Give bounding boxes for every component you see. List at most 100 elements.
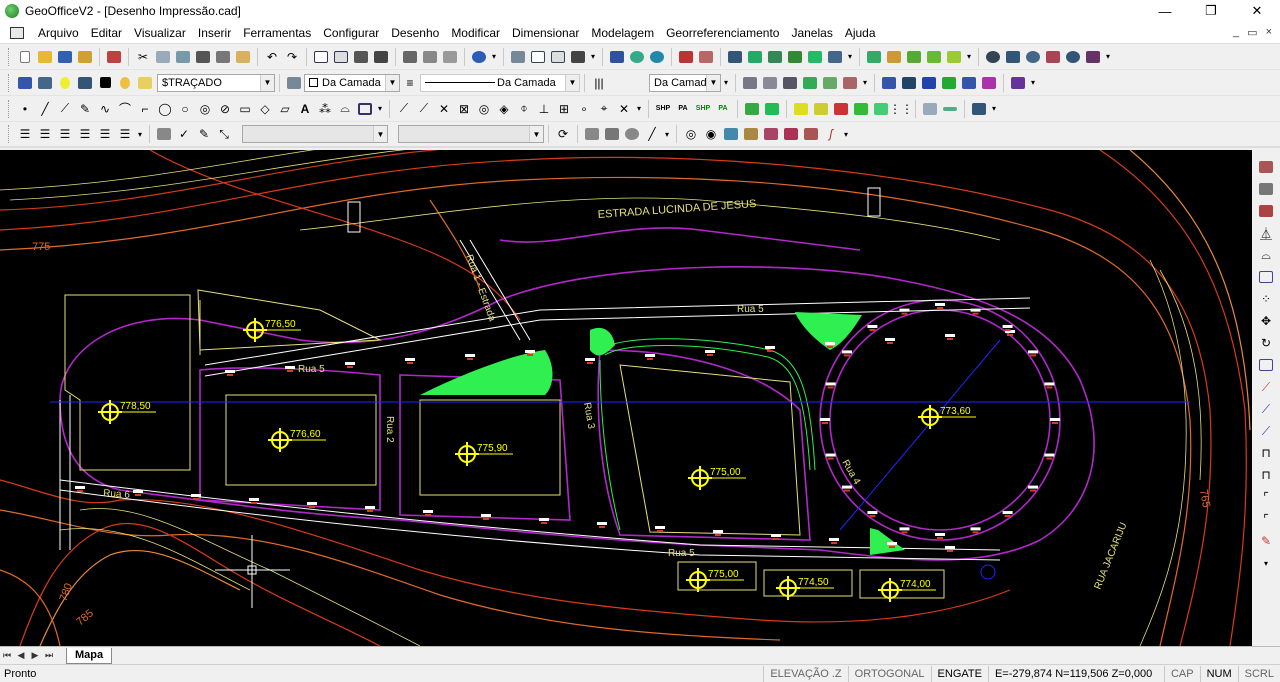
layer-states-icon[interactable] (508, 47, 528, 67)
first-tab-button[interactable]: ⏮ (0, 650, 14, 661)
print-preview-icon[interactable] (420, 47, 440, 67)
stop-icon[interactable] (582, 124, 602, 144)
mdi-minimize-button[interactable]: _ (1233, 26, 1239, 39)
dropdown-arrow-icon[interactable]: ▾ (964, 47, 974, 67)
orthogonal-toggle[interactable]: ORTOGONAL (847, 665, 931, 682)
lineweight-icon[interactable]: ||| (589, 73, 609, 93)
import-pa-icon[interactable]: PA (673, 99, 693, 119)
rotate-icon[interactable]: ↻ (1256, 334, 1276, 352)
snap-nearest-icon[interactable]: ⌖ (594, 99, 614, 119)
menu-desenho[interactable]: Desenho (385, 26, 445, 40)
line-icon[interactable]: ╱ (35, 99, 55, 119)
dropdown-arrow-icon[interactable]: ▾ (721, 73, 731, 93)
menu-arquivo[interactable]: Arquivo (32, 26, 85, 40)
dropdown-arrow-icon[interactable]: ▾ (588, 47, 598, 67)
new-file-icon[interactable] (15, 47, 35, 67)
layout-icon[interactable] (311, 47, 331, 67)
layer-icon[interactable] (15, 73, 35, 93)
ref-icon[interactable]: ☰ (95, 124, 115, 144)
chevron-down-icon[interactable]: ▼ (260, 74, 274, 91)
scale-icon[interactable]: ⤡ (214, 124, 234, 144)
align-left-icon[interactable]: ☰ (15, 124, 35, 144)
save-icon[interactable] (55, 47, 75, 67)
sun-icon[interactable] (115, 73, 135, 93)
snap-points-icon[interactable] (800, 73, 820, 93)
linetype-combo[interactable]: Da Camada ▼ (420, 73, 580, 92)
import-shp-icon[interactable]: SHP (653, 99, 673, 119)
image-icon[interactable] (721, 124, 741, 144)
zoom-icon[interactable] (983, 47, 1003, 67)
distribute-icon[interactable]: ☰ (75, 124, 95, 144)
menu-modelagem[interactable]: Modelagem (585, 26, 660, 40)
close-button[interactable]: ✕ (1234, 0, 1280, 22)
chevron-down-icon[interactable]: ▼ (706, 74, 720, 91)
hatch-icon[interactable] (742, 99, 762, 119)
dropdown-arrow-icon[interactable]: ▾ (662, 124, 672, 144)
point-icon[interactable]: • (15, 99, 35, 119)
export-pa-icon[interactable]: PA (713, 99, 733, 119)
toolbar-grip[interactable] (8, 73, 11, 92)
block-icon[interactable] (371, 47, 391, 67)
export-shp-icon[interactable]: SHP (693, 99, 713, 119)
contour-icon[interactable] (864, 47, 884, 67)
snap-tangent-icon[interactable]: ⌽ (514, 99, 534, 119)
split-view-icon[interactable] (331, 47, 351, 67)
dropdown-arrow-icon[interactable]: ▾ (989, 99, 999, 119)
drawing-canvas[interactable]: 776,50 778,50 776,60 775,90 775,00 773,60 775,… (0, 150, 1252, 646)
globe-icon[interactable] (627, 47, 647, 67)
snap-mid-icon[interactable] (820, 73, 840, 93)
drawing-svg[interactable]: 776,50 778,50 776,60 775,90 775,00 773,60 775,… (0, 150, 1252, 646)
dropdown-arrow-icon[interactable]: ▾ (860, 73, 870, 93)
table-icon[interactable] (607, 47, 627, 67)
rank-icon[interactable] (801, 124, 821, 144)
prev-tab-button[interactable]: ◀ (14, 650, 28, 661)
layer-combo[interactable]: $TRAÇADO ▼ (157, 73, 275, 92)
dots-grid-icon[interactable]: ⋮⋮ (889, 99, 913, 119)
snap-none-icon[interactable]: ✕ (614, 99, 634, 119)
break-icon[interactable]: ⊓ (1256, 444, 1276, 462)
arc-icon[interactable]: ⌒ (115, 99, 135, 119)
help-icon[interactable] (469, 47, 489, 67)
minimize-button[interactable]: — (1142, 0, 1188, 22)
snap-perpendicular-icon[interactable]: ⊥ (534, 99, 554, 119)
design-center-icon[interactable] (568, 47, 588, 67)
region-icon[interactable] (355, 99, 375, 119)
mirror-icon[interactable]: ⏅ (1256, 224, 1276, 242)
shield-icon[interactable] (939, 73, 959, 93)
sort-icon[interactable] (761, 124, 781, 144)
revcloud-icon[interactable]: ⁂ (315, 99, 335, 119)
zoom-extents-icon[interactable] (1003, 47, 1023, 67)
profile-icon[interactable] (884, 47, 904, 67)
survey-icon[interactable] (765, 47, 785, 67)
scale-icon[interactable] (1256, 356, 1276, 374)
open-folder-icon[interactable] (35, 47, 55, 67)
explode-icon[interactable]: ✎ (1256, 532, 1276, 550)
snap-end-icon[interactable] (840, 73, 860, 93)
align-center-icon[interactable]: ☰ (35, 124, 55, 144)
table-edit-icon[interactable] (920, 99, 940, 119)
spline-icon[interactable]: ∿ (95, 99, 115, 119)
dropdown-arrow-icon[interactable]: ▾ (375, 99, 385, 119)
dropdown-arrow-icon[interactable]: ▾ (1028, 73, 1038, 93)
save-all-icon[interactable] (75, 47, 95, 67)
report-icon[interactable] (1008, 73, 1028, 93)
copy-object-icon[interactable] (1256, 202, 1276, 220)
chevron-down-icon[interactable]: ▼ (385, 74, 399, 91)
redo-icon[interactable]: ↷ (282, 47, 302, 67)
snap-apparent-icon[interactable]: ⊠ (454, 99, 474, 119)
filter-icon[interactable] (811, 99, 831, 119)
list-icon[interactable] (825, 47, 845, 67)
layer-tools-icon[interactable] (969, 99, 989, 119)
text-icon[interactable]: A (295, 99, 315, 119)
dropdown-arrow-icon[interactable]: ▾ (489, 47, 499, 67)
snap-endpoint-icon[interactable]: ⟋ (394, 99, 414, 119)
house-icon[interactable] (919, 73, 939, 93)
snap-intersection-icon[interactable]: ✕ (434, 99, 454, 119)
lightbulb-icon[interactable] (55, 73, 75, 93)
menu-ajuda[interactable]: Ajuda (839, 26, 882, 40)
align-right-icon[interactable]: ☰ (55, 124, 75, 144)
mdi-restore-button[interactable]: ▭ (1247, 26, 1257, 39)
menu-configurar[interactable]: Configurar (317, 26, 385, 40)
mesh-icon[interactable] (805, 47, 825, 67)
menu-dimensionar[interactable]: Dimensionar (506, 26, 585, 40)
